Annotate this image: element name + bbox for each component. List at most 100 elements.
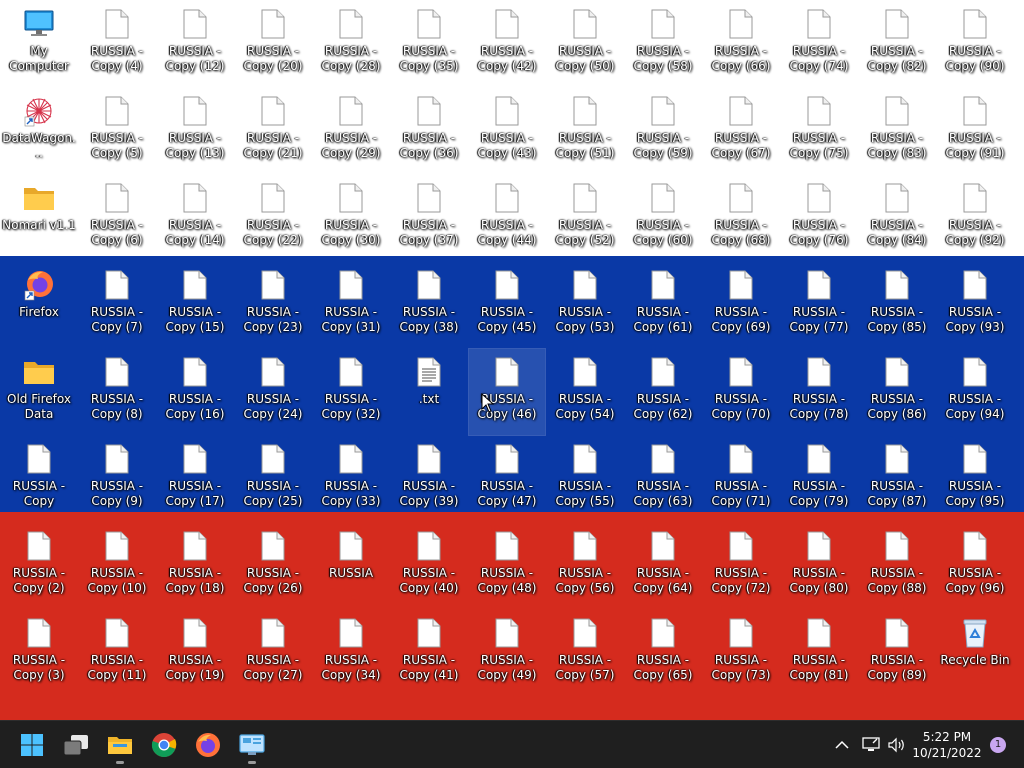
desktop-icon[interactable]: RUSSIA - Copy (58) (625, 1, 701, 87)
desktop-icon[interactable]: RUSSIA - Copy (15) (157, 262, 233, 348)
desktop-icon[interactable]: RUSSIA - Copy (4) (79, 1, 155, 87)
desktop-icon[interactable]: RUSSIA - Copy (16) (157, 349, 233, 435)
desktop-icon[interactable]: RUSSIA - Copy (43) (469, 88, 545, 174)
desktop-icon[interactable]: RUSSIA - Copy (45) (469, 262, 545, 348)
desktop-icon[interactable]: RUSSIA - Copy (92) (937, 175, 1013, 261)
desktop-icon[interactable]: RUSSIA - Copy (42) (469, 1, 545, 87)
desktop-icon[interactable]: RUSSIA - Copy (51) (547, 88, 623, 174)
file-explorer-button[interactable] (100, 725, 140, 765)
desktop-icon[interactable]: RUSSIA (313, 523, 389, 609)
desktop-icon[interactable]: RUSSIA - Copy (37) (391, 175, 467, 261)
desktop-icon[interactable]: RUSSIA - Copy (68) (703, 175, 779, 261)
show-hidden-icons-button[interactable] (832, 733, 852, 757)
desktop-icon[interactable]: RUSSIA - Copy (69) (703, 262, 779, 348)
desktop-icon[interactable]: RUSSIA - Copy (91) (937, 88, 1013, 174)
desktop-icon[interactable]: RUSSIA - Copy (46) (468, 348, 546, 436)
desktop-icon[interactable]: RUSSIA - Copy (27) (235, 610, 311, 696)
desktop-icon[interactable]: RUSSIA - Copy (77) (781, 262, 857, 348)
desktop-icon[interactable]: RUSSIA - Copy (49) (469, 610, 545, 696)
desktop-icon[interactable]: RUSSIA - Copy (88) (859, 523, 935, 609)
desktop-icon[interactable]: RUSSIA - Copy (21) (235, 88, 311, 174)
notification-badge[interactable]: 1 (990, 737, 1006, 753)
desktop-icon[interactable]: RUSSIA - Copy (23) (235, 262, 311, 348)
desktop-icon[interactable]: Firefox (1, 262, 77, 348)
desktop-icon[interactable]: RUSSIA - Copy (19) (157, 610, 233, 696)
desktop-icon[interactable]: RUSSIA - Copy (22) (235, 175, 311, 261)
desktop-icon[interactable]: RUSSIA - Copy (2) (1, 523, 77, 609)
desktop-icon[interactable]: RUSSIA - Copy (28) (313, 1, 389, 87)
desktop-icon[interactable]: RUSSIA - Copy (35) (391, 1, 467, 87)
desktop-icon[interactable]: RUSSIA - Copy (29) (313, 88, 389, 174)
desktop-icon[interactable]: RUSSIA - Copy (11) (79, 610, 155, 696)
desktop-icon[interactable]: RUSSIA - Copy (33) (313, 436, 389, 522)
desktop-icon[interactable]: RUSSIA - Copy (85) (859, 262, 935, 348)
desktop-icon[interactable]: RUSSIA - Copy (26) (235, 523, 311, 609)
desktop-icon[interactable]: RUSSIA - Copy (75) (781, 88, 857, 174)
desktop-icon[interactable]: RUSSIA - Copy (74) (781, 1, 857, 87)
desktop-icon[interactable]: RUSSIA - Copy (95) (937, 436, 1013, 522)
firefox-taskbar-button[interactable] (188, 725, 228, 765)
desktop-icon[interactable]: RUSSIA - Copy (64) (625, 523, 701, 609)
desktop-icon[interactable]: My Computer (1, 1, 77, 87)
desktop-icon[interactable]: RUSSIA - Copy (10) (79, 523, 155, 609)
desktop-icon[interactable]: RUSSIA - Copy (89) (859, 610, 935, 696)
start-button[interactable] (12, 725, 52, 765)
desktop-icon[interactable]: RUSSIA - Copy (83) (859, 88, 935, 174)
desktop-icon[interactable]: RUSSIA - Copy (31) (313, 262, 389, 348)
desktop-icon[interactable]: RUSSIA - Copy (6) (79, 175, 155, 261)
volume-button[interactable] (886, 733, 908, 757)
desktop-icon[interactable]: RUSSIA - Copy (48) (469, 523, 545, 609)
desktop-icon[interactable]: RUSSIA - Copy (52) (547, 175, 623, 261)
desktop-icon[interactable]: RUSSIA - Copy (39) (391, 436, 467, 522)
desktop-icon[interactable]: RUSSIA - Copy (84) (859, 175, 935, 261)
desktop-icon[interactable]: RUSSIA - Copy (50) (547, 1, 623, 87)
desktop-icon[interactable]: RUSSIA - Copy (81) (781, 610, 857, 696)
clock[interactable]: 5:22 PM 10/21/2022 (912, 729, 982, 761)
desktop-icon[interactable]: RUSSIA - Copy (8) (79, 349, 155, 435)
desktop-icon[interactable]: RUSSIA - Copy (38) (391, 262, 467, 348)
desktop-icon[interactable]: RUSSIA - Copy (67) (703, 88, 779, 174)
task-view-button[interactable] (56, 725, 96, 765)
desktop-icon[interactable]: RUSSIA - Copy (41) (391, 610, 467, 696)
desktop-icon[interactable]: RUSSIA - Copy (71) (703, 436, 779, 522)
desktop-icon[interactable]: RUSSIA - Copy (96) (937, 523, 1013, 609)
desktop-icon[interactable]: RUSSIA - Copy (72) (703, 523, 779, 609)
desktop-icon[interactable]: RUSSIA - Copy (13) (157, 88, 233, 174)
desktop-icon[interactable]: RUSSIA - Copy (94) (937, 349, 1013, 435)
desktop-icon[interactable]: RUSSIA - Copy (90) (937, 1, 1013, 87)
desktop-icon[interactable]: RUSSIA - Copy (44) (469, 175, 545, 261)
desktop-icon[interactable]: DataWagon... (1, 88, 77, 174)
desktop-icon[interactable]: RUSSIA - Copy (25) (235, 436, 311, 522)
desktop-icon[interactable]: RUSSIA - Copy (73) (703, 610, 779, 696)
chrome-button[interactable] (144, 725, 184, 765)
desktop-icon[interactable]: .txt (391, 349, 467, 435)
desktop-icon[interactable]: RUSSIA - Copy (80) (781, 523, 857, 609)
desktop-icon[interactable]: RUSSIA - Copy (7) (79, 262, 155, 348)
desktop-icon[interactable]: RUSSIA - Copy (93) (937, 262, 1013, 348)
desktop-icon[interactable]: RUSSIA - Copy (79) (781, 436, 857, 522)
control-panel-button[interactable] (232, 725, 272, 765)
desktop-icon[interactable]: RUSSIA - Copy (20) (235, 1, 311, 87)
desktop-icon[interactable]: RUSSIA - Copy (9) (79, 436, 155, 522)
desktop-icon[interactable]: RUSSIA - Copy (40) (391, 523, 467, 609)
desktop-icon[interactable]: RUSSIA - Copy (47) (469, 436, 545, 522)
desktop-icon[interactable]: RUSSIA - Copy (14) (157, 175, 233, 261)
desktop-icon[interactable]: RUSSIA - Copy (36) (391, 88, 467, 174)
desktop-icon[interactable]: RUSSIA - Copy (76) (781, 175, 857, 261)
desktop-icon[interactable]: RUSSIA - Copy (24) (235, 349, 311, 435)
desktop-icon[interactable]: RUSSIA - Copy (66) (703, 1, 779, 87)
desktop-icon[interactable]: Old Firefox Data (1, 349, 77, 435)
desktop-icon[interactable]: RUSSIA - Copy (86) (859, 349, 935, 435)
network-button[interactable] (860, 733, 882, 757)
desktop-icon[interactable]: RUSSIA - Copy (78) (781, 349, 857, 435)
desktop-icon[interactable]: Nomari v1.1 (1, 175, 77, 261)
desktop-icon[interactable]: RUSSIA - Copy (57) (547, 610, 623, 696)
desktop-icon[interactable]: RUSSIA - Copy (54) (547, 349, 623, 435)
desktop[interactable]: My Computer DataWagon... Nomari v1.1 Firefo… (0, 0, 1024, 720)
desktop-icon[interactable]: RUSSIA - Copy (3) (1, 610, 77, 696)
desktop-icon[interactable]: RUSSIA - Copy (62) (625, 349, 701, 435)
desktop-icon[interactable]: RUSSIA - Copy (59) (625, 88, 701, 174)
desktop-icon[interactable]: RUSSIA - Copy (82) (859, 1, 935, 87)
desktop-icon[interactable]: Recycle Bin (937, 610, 1013, 696)
desktop-icon[interactable]: RUSSIA - Copy (34) (313, 610, 389, 696)
